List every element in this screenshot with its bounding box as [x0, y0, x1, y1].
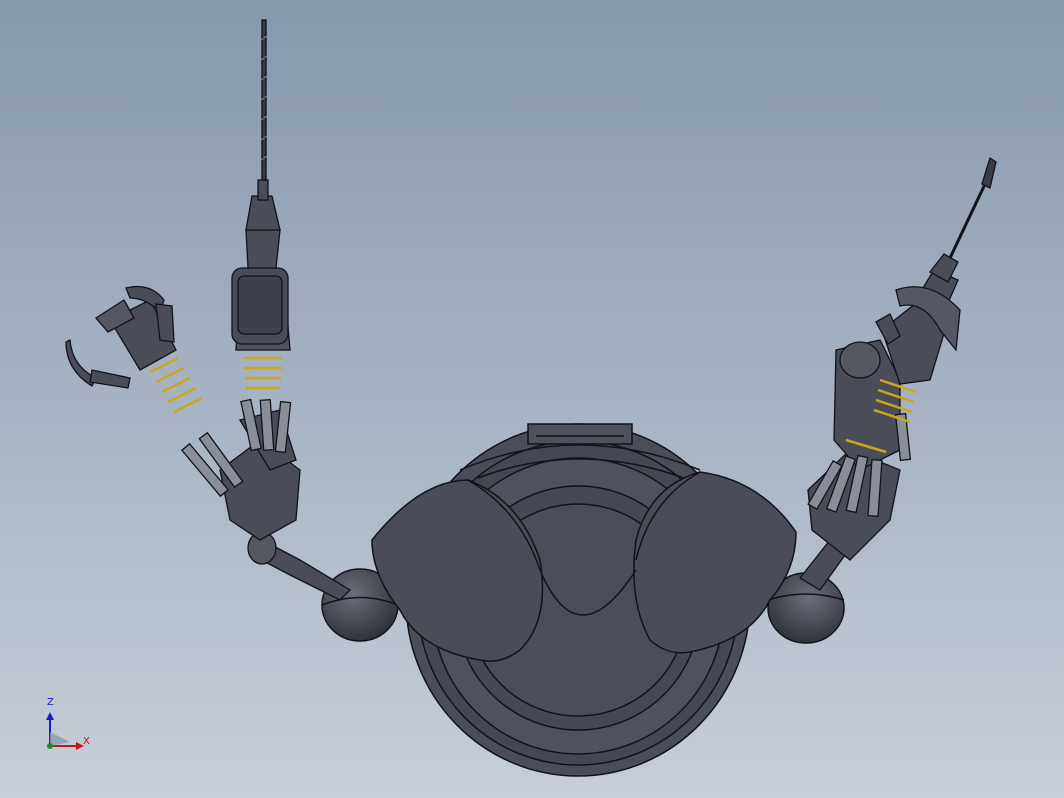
triad-origin — [47, 743, 53, 749]
coordinate-triad: Z X — [40, 696, 100, 756]
3d-model-viewport[interactable] — [0, 0, 1064, 798]
triad-plane — [50, 732, 70, 746]
x-axis-label: X — [83, 736, 90, 747]
z-axis-arrowhead — [46, 712, 54, 720]
z-axis-label: Z — [47, 697, 54, 708]
